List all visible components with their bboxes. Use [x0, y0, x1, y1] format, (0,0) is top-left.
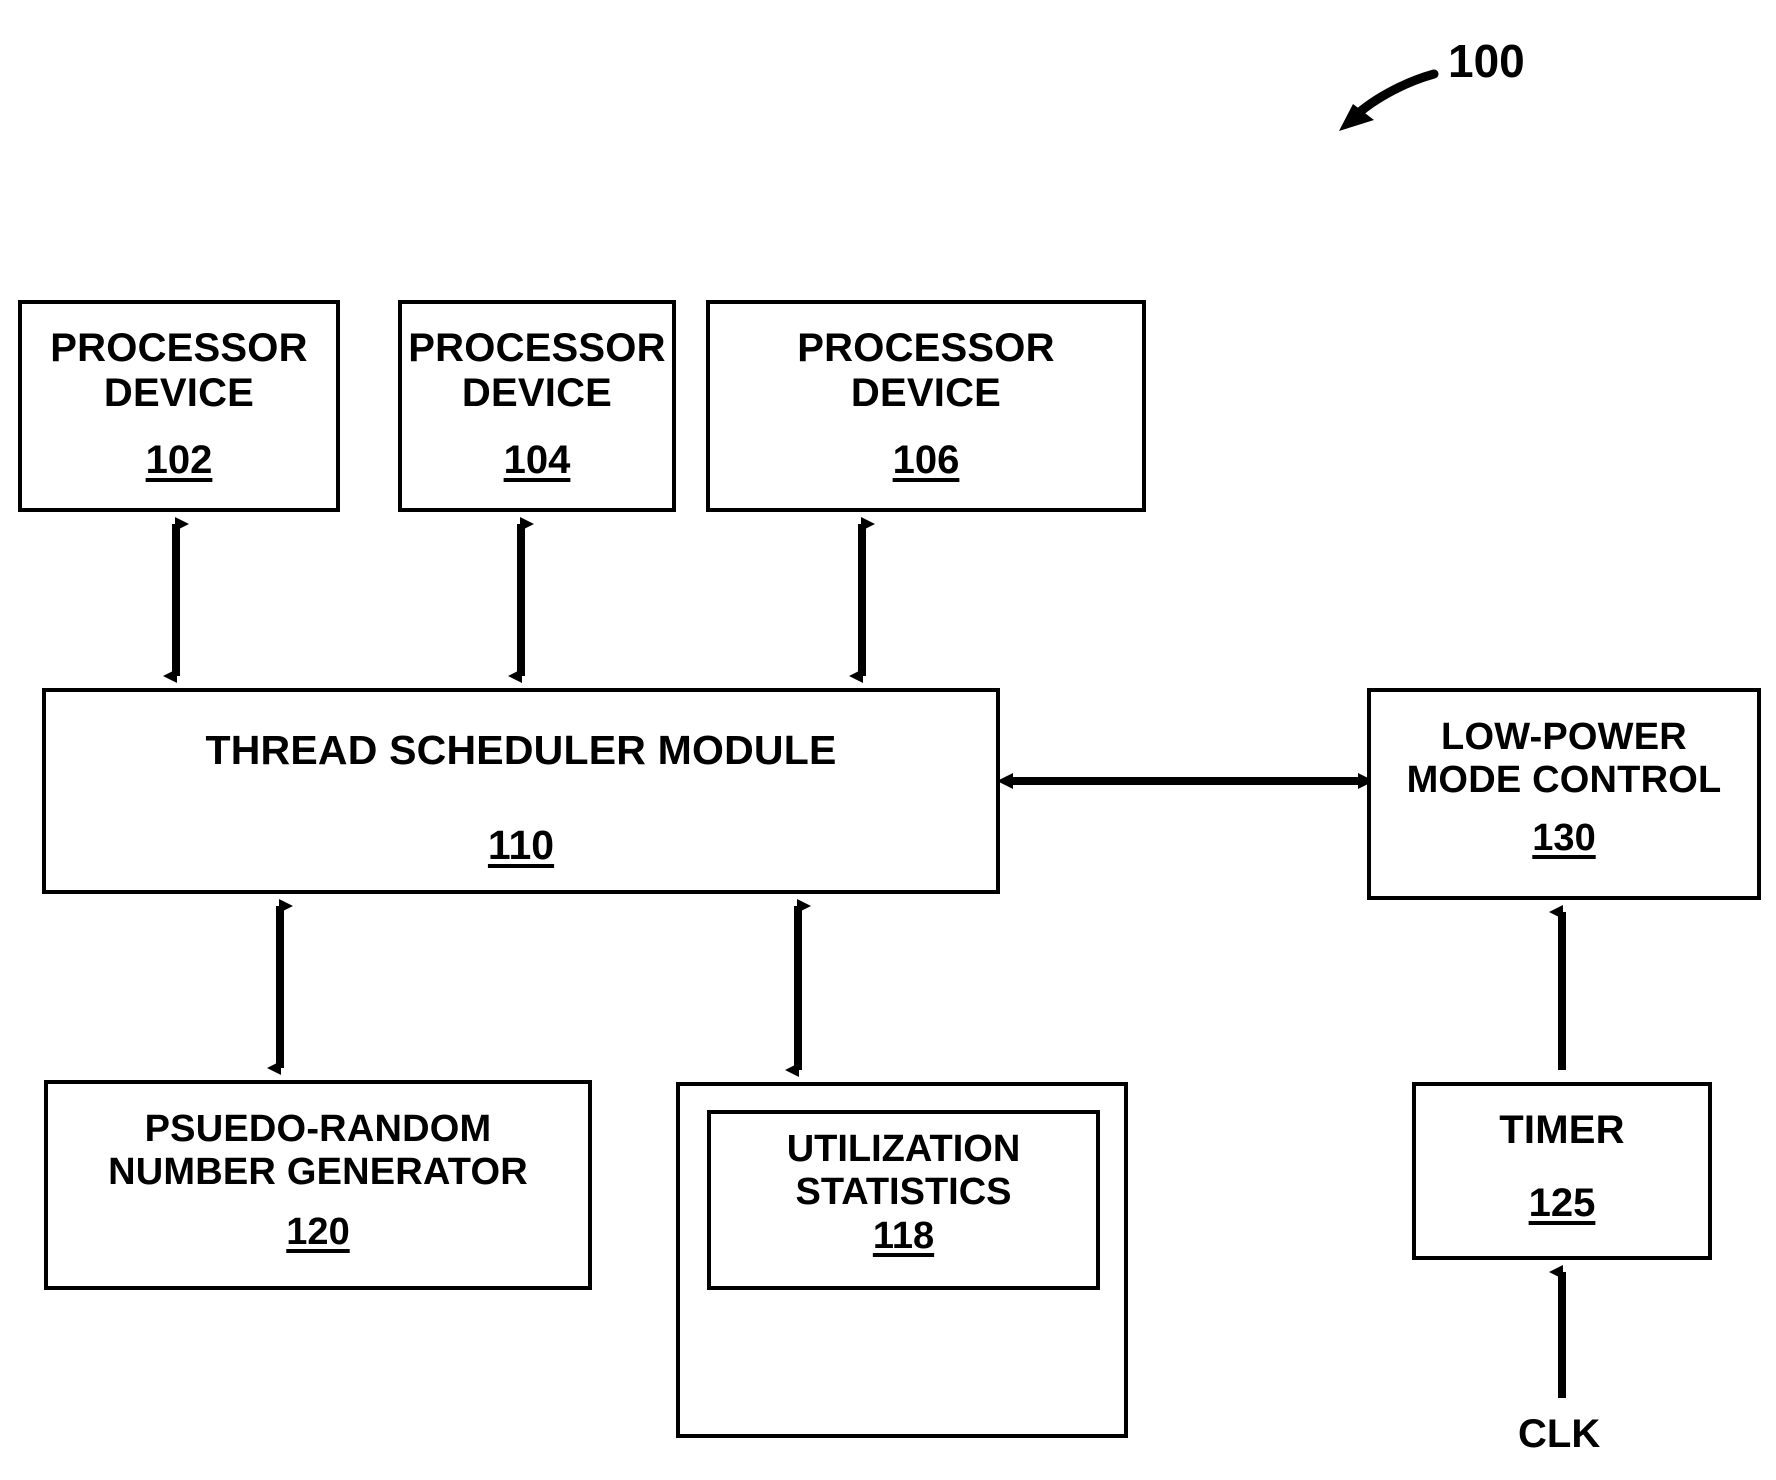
block-title: PROCESSOR DEVICE: [408, 326, 666, 415]
block-title: PROCESSOR DEVICE: [50, 326, 308, 415]
block-title: LOW-POWER MODE CONTROL: [1406, 716, 1722, 801]
block-reference-numeral: 130: [1532, 817, 1596, 860]
block-thread-scheduler-module-110[interactable]: THREAD SCHEDULER MODULE 110: [42, 688, 1000, 894]
block-title: UTILIZATION STATISTICS: [786, 1128, 1021, 1213]
block-title: THREAD SCHEDULER MODULE: [205, 727, 837, 773]
block-title: PSUEDO-RANDOM NUMBER GENERATOR: [108, 1108, 528, 1193]
block-title: PROCESSOR DEVICE: [797, 326, 1055, 415]
block-processor-device-104[interactable]: PROCESSOR DEVICE 104: [398, 300, 676, 512]
block-reference-numeral: 106: [892, 437, 960, 482]
block-reference-numeral: 110: [487, 821, 555, 868]
block-reference-numeral: 104: [503, 437, 571, 482]
block-reference-numeral: 118: [872, 1215, 935, 1258]
block-reference-numeral: 102: [145, 437, 213, 482]
block-timer-125[interactable]: TIMER 125: [1412, 1082, 1712, 1260]
figure-lead-arrow: [1339, 69, 1439, 131]
block-reference-numeral: 125: [1528, 1180, 1596, 1225]
block-reference-numeral: 120: [286, 1211, 350, 1254]
block-title: TIMER: [1499, 1108, 1625, 1152]
block-utilization-statistics-118[interactable]: UTILIZATION STATISTICS 118: [707, 1110, 1100, 1290]
figure-number-label: 100: [1448, 35, 1525, 87]
block-low-power-mode-control-130[interactable]: LOW-POWER MODE CONTROL 130: [1367, 688, 1761, 900]
block-psuedo-random-number-generator-120[interactable]: PSUEDO-RANDOM NUMBER GENERATOR 120: [44, 1080, 592, 1290]
clk-signal-label: CLK: [1518, 1412, 1601, 1456]
figure-canvas: 100 PROCESSOR DEVICE 102 PROCESSOR DEVIC…: [0, 0, 1776, 1480]
block-processor-device-106[interactable]: PROCESSOR DEVICE 106: [706, 300, 1146, 512]
block-processor-device-102[interactable]: PROCESSOR DEVICE 102: [18, 300, 340, 512]
